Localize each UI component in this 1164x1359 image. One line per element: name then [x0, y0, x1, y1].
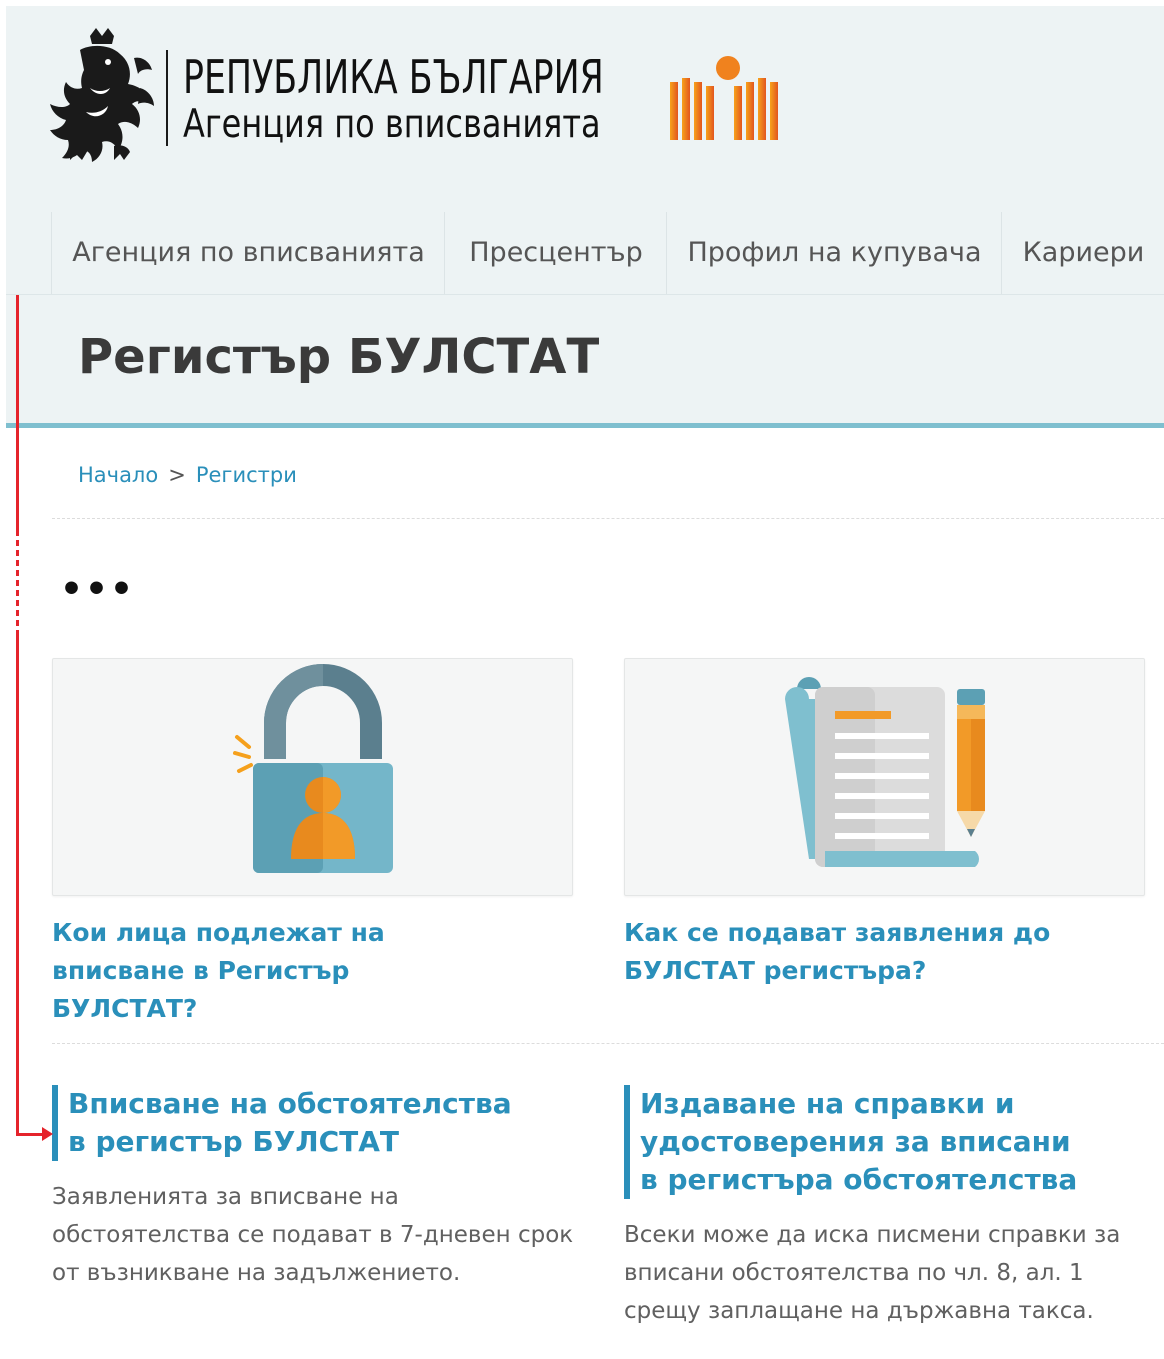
breadcrumb-registers-link[interactable]: Регистри — [196, 463, 297, 487]
page-header: Регистър БУЛСТАТ — [6, 295, 1164, 428]
site-header: РЕПУБЛИКА БЪЛГАРИЯ Агенция по вписваният… — [6, 6, 1164, 213]
agency-logo[interactable]: РЕПУБЛИКА БЪЛГАРИЯ Агенция по вписваният… — [50, 28, 790, 168]
section-text-certificates: Всеки може да иска писмени справки за вп… — [624, 1222, 1121, 1324]
more-menu-dots[interactable]: ••• — [60, 572, 135, 608]
lion-coat-of-arms-icon — [50, 28, 154, 162]
nav-item-careers[interactable]: Кариери — [1001, 212, 1164, 294]
card-how-to-apply[interactable] — [624, 658, 1145, 896]
annotation-arrow-icon — [42, 1127, 53, 1141]
section-title-registration[interactable]: Вписване на обстоятелства в регистър БУЛ… — [52, 1085, 518, 1161]
nav-item-agency[interactable]: Агенция по вписванията — [51, 212, 445, 294]
agency-emblem-icon — [670, 56, 778, 140]
main-navigation: Агенция по вписванията Пресцентър Профил… — [6, 212, 1164, 295]
nav-item-press-center[interactable]: Пресцентър — [444, 212, 667, 294]
nav-item-buyer-profile[interactable]: Профил на купувача — [666, 212, 1002, 294]
breadcrumb-separator: > — [168, 463, 186, 487]
link-how-to-apply[interactable]: Как се подават заявления до БУЛСТАТ реги… — [624, 914, 1104, 990]
document-pencil-icon — [785, 677, 985, 867]
divider — [52, 1043, 1164, 1044]
logo-title: РЕПУБЛИКА БЪЛГАРИЯ — [183, 50, 604, 104]
annotation-dotted-line — [16, 530, 19, 634]
annotation-line — [16, 634, 19, 1136]
card-who-registers[interactable] — [52, 658, 573, 896]
annotation-line — [16, 295, 19, 531]
section-title-certificates[interactable]: Издаване на справки и удостоверения за в… — [624, 1085, 1080, 1199]
logo-subtitle: Агенция по вписванията — [183, 102, 601, 147]
divider — [52, 518, 1164, 519]
logo-divider — [166, 50, 168, 146]
page-title: Регистър БУЛСТАТ — [78, 329, 600, 385]
annotation-arrow-shaft — [16, 1133, 44, 1136]
breadcrumb: Начало > Регистри — [78, 463, 297, 487]
breadcrumb-home-link[interactable]: Начало — [78, 463, 158, 487]
link-who-registers[interactable]: Кои лица подлежат на вписване в Регистър… — [52, 914, 502, 1028]
section-text-registration: Заявленията за вписване на обстоятелства… — [52, 1184, 574, 1286]
lock-person-icon — [233, 664, 393, 873]
